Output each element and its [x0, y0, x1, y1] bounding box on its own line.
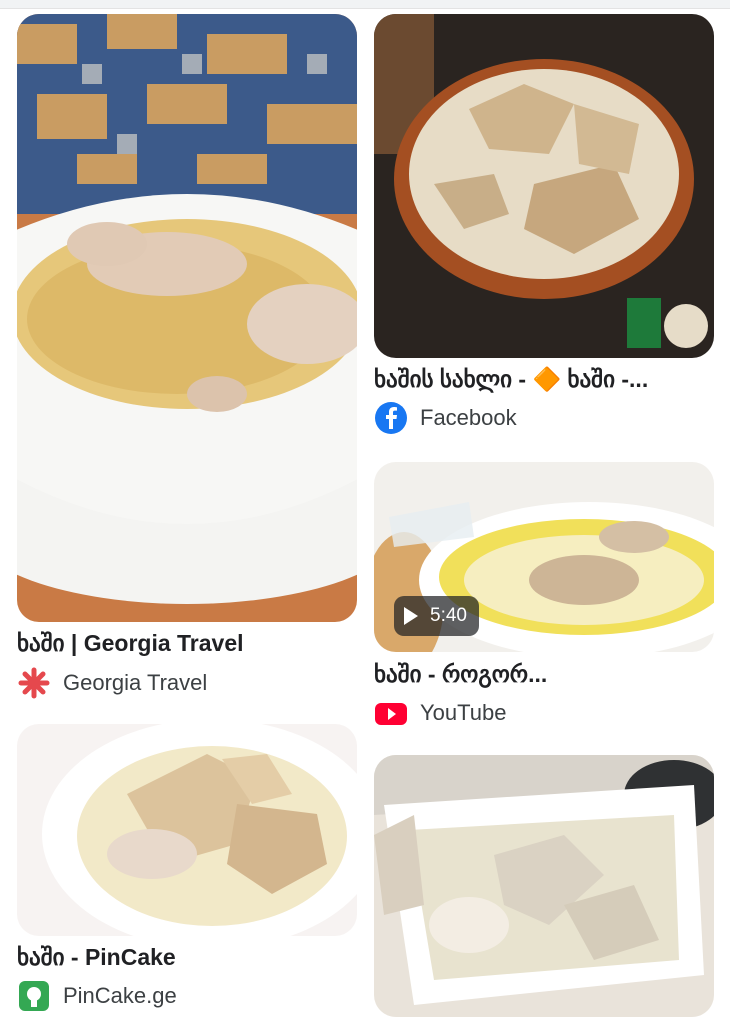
image-result-pincake[interactable]: ხაში - PinCake PinCake.ge — [17, 724, 357, 1024]
facebook-icon — [374, 401, 408, 435]
result-source-name: Georgia Travel — [63, 670, 208, 695]
top-bar — [0, 0, 730, 9]
video-duration: 5:40 — [430, 605, 467, 626]
result-title[interactable]: ხაში | Georgia Travel — [17, 630, 357, 657]
result-thumbnail[interactable]: 5:40 — [374, 462, 714, 652]
result-thumbnail[interactable] — [17, 724, 357, 936]
result-source-name: Facebook — [420, 405, 517, 430]
video-duration-badge: 5:40 — [394, 596, 479, 636]
image-result-georgia-travel[interactable]: ხაში | Georgia Travel Georgia Travel — [17, 14, 357, 704]
result-source-name: PinCake.ge — [63, 983, 177, 1008]
youtube-icon — [374, 696, 408, 730]
image-result-facebook[interactable]: ხაშის სახლი - 🔶 ხაში -... Facebook — [374, 14, 714, 434]
result-title[interactable]: ხაში - როგორ... — [374, 661, 714, 688]
result-title[interactable]: ხაშის სახლი - 🔶 ხაში -... — [374, 366, 714, 393]
play-icon — [404, 607, 418, 625]
result-thumbnail[interactable] — [374, 14, 714, 358]
result-title[interactable]: ხაში - PinCake — [17, 944, 357, 971]
result-source[interactable]: PinCake.ge — [17, 979, 177, 1013]
result-source-name: YouTube — [420, 700, 507, 725]
image-result-5[interactable] — [374, 755, 714, 1024]
georgia-travel-icon — [17, 666, 51, 700]
pincake-icon — [17, 979, 51, 1013]
result-thumbnail[interactable] — [17, 14, 357, 622]
result-source[interactable]: Facebook — [374, 401, 517, 435]
result-source[interactable]: Georgia Travel — [17, 666, 207, 700]
image-result-youtube[interactable]: 5:40 ხაში - როგორ... YouTube — [374, 462, 714, 734]
result-source[interactable]: YouTube — [374, 696, 506, 730]
result-thumbnail[interactable] — [374, 755, 714, 1017]
